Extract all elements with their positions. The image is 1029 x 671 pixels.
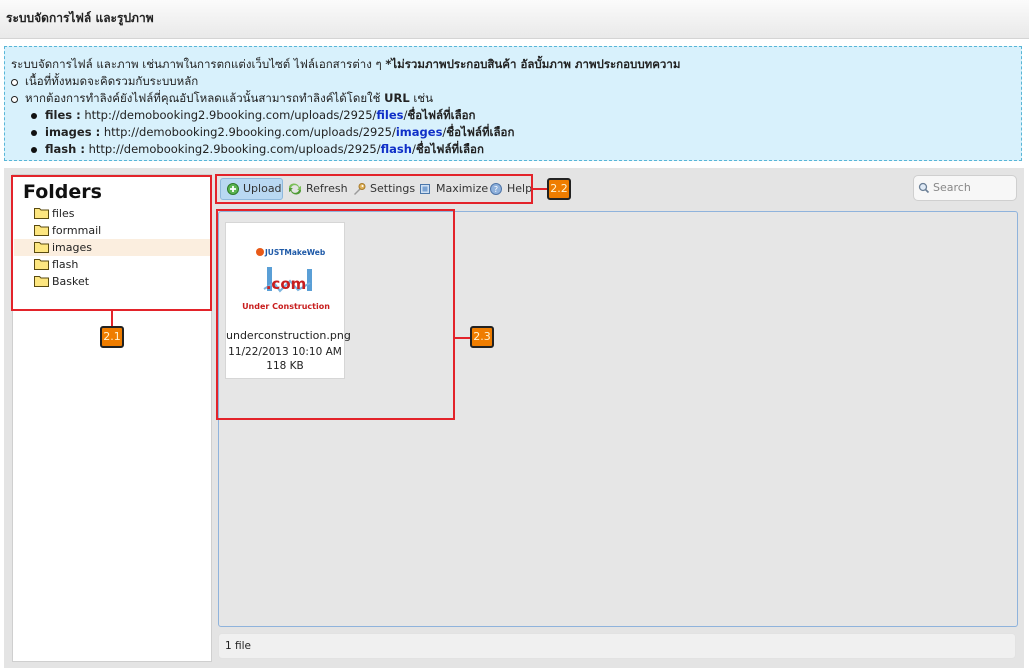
- annotation-badge-2-1: 2.1: [100, 326, 124, 348]
- bullet-icon: [11, 79, 18, 86]
- info-line-url: หากต้องการทำลิงค์ยังไฟล์ที่คุณอัปโหลดแล้…: [25, 91, 433, 105]
- search-icon: [918, 182, 930, 194]
- bullet-icon: [31, 113, 37, 119]
- bullet-icon: [11, 96, 18, 103]
- file-count: 1 file: [225, 640, 252, 652]
- annotation-box-toolbar: [215, 174, 533, 204]
- bullet-icon: [31, 130, 37, 136]
- annotation-badge-2-2: 2.2: [547, 178, 571, 200]
- annotation-box-folders: [11, 175, 212, 311]
- info-box: ระบบจัดการไฟล์ และภาพ เช่นภาพในการตกแต่ง…: [4, 46, 1022, 161]
- title-bar: ระบบจัดการไฟล์ และรูปภาพ: [0, 0, 1029, 39]
- search-input[interactable]: Search: [913, 175, 1017, 201]
- info-link-flash: flash : http://demobooking2.9booking.com…: [45, 142, 484, 156]
- annotation-connector: [111, 311, 113, 327]
- annotation-badge-2-3: 2.3: [470, 326, 494, 348]
- info-line-intro: ระบบจัดการไฟล์ และภาพ เช่นภาพในการตกแต่ง…: [11, 57, 681, 71]
- page-title: ระบบจัดการไฟล์ และรูปภาพ: [6, 11, 154, 25]
- annotation-box-files: [216, 209, 455, 420]
- status-bar: 1 file: [218, 633, 1016, 659]
- annotation-connector: [455, 337, 471, 339]
- info-link-files: files : http://demobooking2.9booking.com…: [45, 108, 476, 122]
- annotation-connector: [533, 188, 547, 190]
- info-line-storage: เนื้อที่ทั้งหมดจะคิดรวมกับระบบหลัก: [25, 74, 199, 88]
- bullet-icon: [31, 147, 37, 153]
- info-link-images: images : http://demobooking2.9booking.co…: [45, 125, 515, 139]
